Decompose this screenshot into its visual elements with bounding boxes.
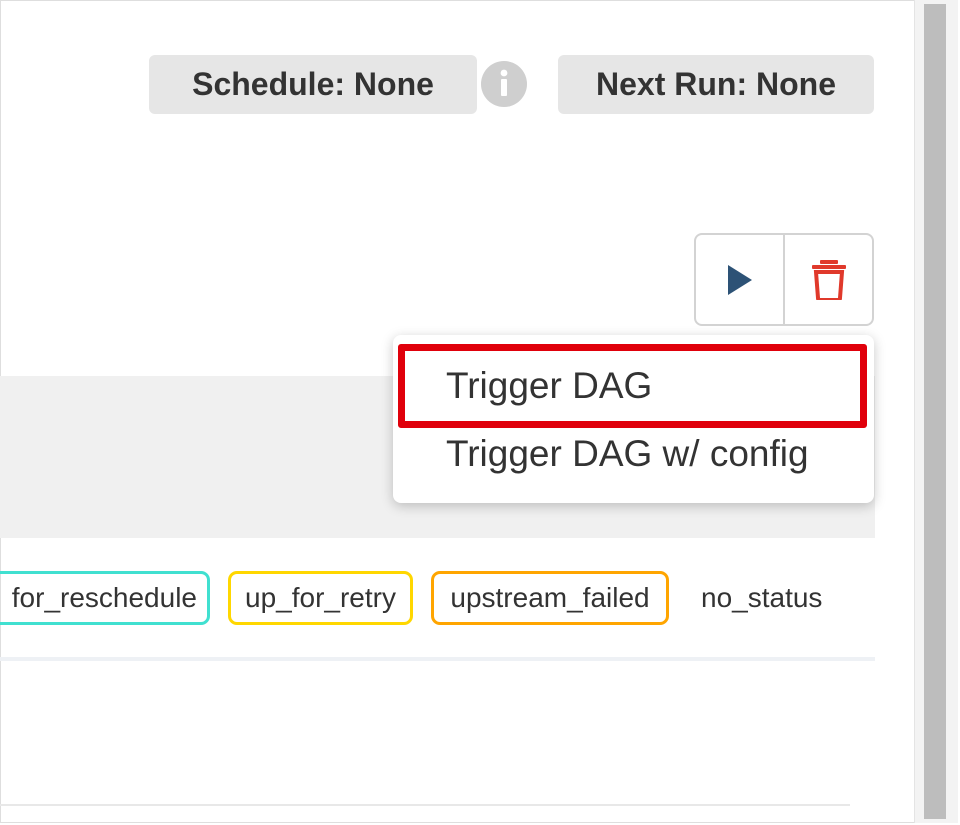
trigger-dag-button[interactable]	[696, 235, 785, 324]
menu-item-trigger-dag-config[interactable]: Trigger DAG w/ config	[393, 421, 874, 487]
section-divider	[0, 657, 875, 661]
trash-icon	[811, 259, 846, 300]
schedule-badge: Schedule: None	[149, 55, 477, 114]
status-tag-no-status: no_status	[701, 582, 823, 613]
play-icon	[727, 264, 752, 295]
scrollbar-thumb[interactable]	[924, 4, 946, 819]
info-circle-icon[interactable]	[481, 61, 527, 107]
status-tag-upstream-failed: upstream_failed	[431, 571, 669, 625]
next-run-badge: Next Run: None	[558, 55, 874, 114]
status-legend: for_reschedule up_for_retry upstream_fai…	[0, 571, 875, 625]
dag-action-buttons	[694, 233, 874, 326]
status-tag-up-for-reschedule: for_reschedule	[0, 571, 210, 625]
trigger-dag-highlight-box	[398, 344, 867, 428]
delete-dag-button[interactable]	[785, 235, 872, 324]
status-tag-up-for-retry: up_for_retry	[228, 571, 413, 625]
bottom-divider	[0, 804, 850, 806]
